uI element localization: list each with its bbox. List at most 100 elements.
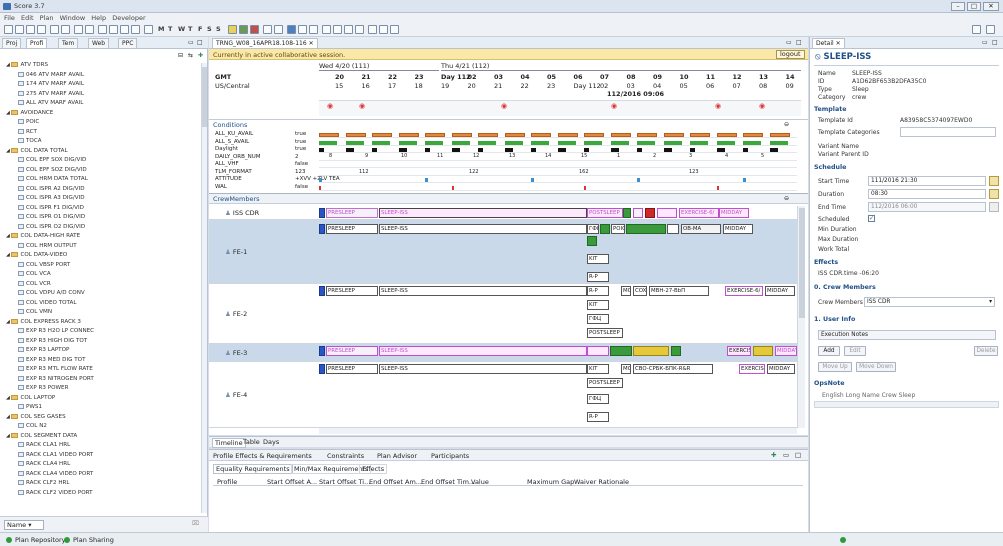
exercise-bar[interactable]: EXERCIS [739,364,765,374]
kit-bar[interactable]: KIT [587,254,609,264]
edit-button[interactable]: Edit [844,346,866,356]
tree-leaf[interactable]: RCT [18,128,37,136]
template-categories-field[interactable] [900,127,996,137]
plan-repository-status[interactable]: Plan Repository [15,536,65,544]
poic-bar[interactable]: POIC [611,224,625,234]
activity-bar[interactable] [587,346,609,356]
tree-leaf[interactable]: COL EPF SOX DIG/VID [18,156,86,164]
condition-name[interactable]: ATTITUDE [215,176,242,182]
table-icon[interactable] [309,25,318,34]
presleep-bar[interactable]: PRESLEEP [326,364,378,374]
menu-help[interactable]: Help [91,13,106,23]
activity-bar[interactable]: COX [633,286,647,296]
presleep-bar[interactable]: PRESLEEP [326,346,378,356]
crew-collapse-icon[interactable]: ⊖ [784,195,789,202]
condition-name[interactable]: WAL [215,184,227,190]
sleep-bar[interactable]: SLEEP-ISS [379,286,587,296]
tab-profiles[interactable]: Profi [26,38,48,48]
tree-leaf[interactable]: COL VDPU A/D CONV [18,289,85,297]
tab-ppc[interactable]: PPC [118,38,138,48]
activity-bar[interactable]: MBH-27-BbП [649,286,709,296]
tree-leaf[interactable]: COL ISPR O1 DIG/VID [18,213,85,221]
activity-bar[interactable] [319,364,325,374]
warning-icon[interactable] [263,25,272,34]
activity-bar[interactable] [626,224,666,234]
userinfo-section-title[interactable]: 1. User Info [814,316,855,323]
activity-bar[interactable] [645,208,655,218]
link-icon[interactable] [368,25,377,34]
tree-leaf[interactable]: COL VBSP PORT [18,261,70,269]
tree-leaf[interactable]: RACK CLA1 HRL [18,441,70,449]
tree-leaf[interactable]: EXP R3 MED DIG TOT [18,356,86,364]
menu-plan[interactable]: Plan [40,13,54,23]
condition-track[interactable] [319,170,797,176]
group-icon[interactable] [344,25,353,34]
collapse-all-icon[interactable]: ⊟ [178,52,183,59]
tab-profile-effects[interactable]: Profile Effects & Requirements [213,452,312,460]
undo-icon[interactable] [50,25,59,34]
execution-notes-field[interactable]: Execution Notes [818,330,996,340]
tree-leaf[interactable]: COL EPF SOZ DIG/VID [18,166,87,174]
effects-section-title[interactable]: Effects [814,259,838,266]
start-time-field[interactable]: 111/2016 21:30 [868,176,986,186]
tab-table[interactable]: Table [241,438,262,446]
col-end-offset-time[interactable]: End Offset Tim... [421,478,475,486]
activity-bar[interactable]: MC [621,364,631,374]
tree-leaf[interactable]: COL ISPR F1 DIG/VID [18,204,84,212]
detail-hscrollbar[interactable] [814,401,999,408]
tree-leaf[interactable]: RACK CLF2 VIDEO PORT [18,489,93,497]
crew-member-name[interactable]: ♟ FE-2 [225,310,247,318]
activity-bar[interactable] [623,208,631,218]
time-ruler[interactable] [319,100,801,116]
activity-bar[interactable] [610,346,632,356]
condition-name[interactable]: Daylight [215,146,238,152]
flag-icon[interactable] [274,25,283,34]
midday-bar[interactable]: MIDDAY [765,286,795,296]
tree-leaf[interactable]: ALL ATV MARF AVAIL [18,99,83,107]
tree-leaf[interactable]: COL ISPR A2 DIG/VID [18,185,85,193]
tab-constraints[interactable]: Constraints [327,452,364,460]
chart-icon[interactable] [85,25,94,34]
crew-scrollbar[interactable] [797,206,805,428]
tree-folder[interactable]: ◢ COL DATA-HIGH RATE [6,232,80,240]
template-section-title[interactable]: Template [814,106,847,113]
condition-name[interactable]: ALL_S_AVAIL [215,139,249,145]
duration-field[interactable]: 08:30 [868,189,986,199]
crew-member-name[interactable]: ♟ FE-3 [225,349,247,357]
condition-track[interactable] [319,177,797,183]
zoom-fit-icon[interactable] [120,25,129,34]
tree-leaf[interactable]: EXP R3 MTL FLOW RATE [18,365,93,373]
tree-leaf[interactable]: RACK CLF2 HRL [18,479,70,487]
tree-leaf[interactable]: COL N2 [18,422,47,430]
tab-web[interactable]: Web [88,38,110,48]
tree-leaf[interactable]: EXP R3 POWER [18,384,68,392]
condition-name[interactable]: ALL_VHF [215,161,239,167]
timeline-hscrollbar[interactable] [319,427,797,434]
sleep-bar[interactable]: SLEEP-ISS [379,346,587,356]
rp-bar[interactable]: R-P [587,412,609,422]
tree-leaf[interactable]: COL ISPR O2 DIG/VID [18,223,85,231]
crew-member-name[interactable]: ♟ ISS CDR [225,209,259,217]
pencil-icon[interactable] [989,202,999,212]
filter-icon[interactable] [287,25,296,34]
distribute-icon[interactable] [333,25,342,34]
activity-bar[interactable] [671,346,681,356]
name-filter-dropdown[interactable]: Name ▾ [4,520,44,530]
tree-leaf[interactable]: EXP R3 HIGH DIG TOT [18,337,87,345]
weekday-t2[interactable]: T [188,25,192,33]
activity-bar[interactable] [319,224,325,234]
activity-bar[interactable]: ГФЦ [587,314,609,324]
tab-effects[interactable]: Effects [359,464,388,474]
activity-bar[interactable] [587,236,597,246]
weekday-m[interactable]: M [158,25,164,33]
col-start-offset-amount[interactable]: Start Offset A... [267,478,317,486]
clear-filter-icon[interactable]: ⌧ [192,520,199,527]
tree-leaf[interactable]: POIC [18,118,39,126]
activity-bar[interactable] [633,346,669,356]
redo-icon[interactable] [61,25,70,34]
tree-leaf[interactable]: COL HRM DATA TOTAL [18,175,88,183]
tree-leaf[interactable]: EXP R3 LAPTOP [18,346,69,354]
crew-members-dropdown[interactable]: ISS CDR ▾ [864,297,995,307]
tree-leaf[interactable]: RACK CLA4 HRL [18,460,70,468]
tree-folder[interactable]: ◢ COL DATA-VIDEO [6,251,67,259]
